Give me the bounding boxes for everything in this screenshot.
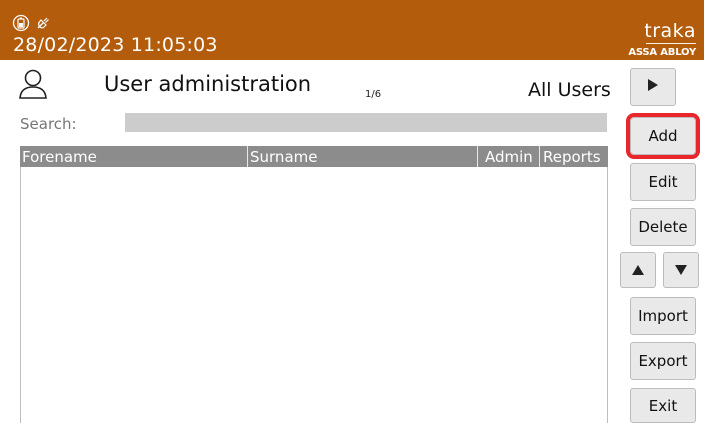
brand-logo-text: traka [644, 20, 696, 42]
search-input[interactable] [125, 113, 607, 132]
search-label: Search: [20, 115, 77, 133]
move-down-button[interactable] [663, 252, 699, 288]
import-button[interactable]: Import [630, 297, 696, 335]
status-icons [12, 14, 52, 32]
exit-button[interactable]: Exit [630, 388, 696, 423]
delete-button[interactable]: Delete [630, 208, 696, 246]
table-header: Forename Surname Admin Reports [20, 146, 608, 167]
triangle-up-icon [631, 261, 645, 280]
next-page-button[interactable] [630, 68, 676, 106]
column-divider [477, 146, 478, 167]
column-header-admin[interactable]: Admin [485, 148, 533, 167]
play-right-icon [647, 78, 659, 96]
triangle-down-icon [674, 261, 688, 280]
move-up-button[interactable] [620, 252, 656, 288]
column-divider [247, 146, 248, 167]
power-plug-icon [34, 14, 52, 32]
column-header-forename[interactable]: Forename [22, 148, 97, 167]
column-header-reports[interactable]: Reports [543, 148, 601, 167]
header-bar: 28/02/2023 11:05:03 traka ASSA ABLOY [0, 0, 704, 60]
users-table-body[interactable] [20, 167, 608, 423]
page-title: User administration [104, 72, 312, 96]
battery-icon [12, 14, 30, 32]
brand-subtitle: ASSA ABLOY [628, 47, 696, 58]
brand-logo: traka ASSA ABLOY [628, 20, 696, 59]
datetime: 28/02/2023 11:05:03 [13, 34, 218, 56]
user-icon [18, 68, 48, 104]
user-filter[interactable]: All Users [528, 79, 611, 101]
add-button[interactable]: Add [626, 113, 700, 159]
page-counter: 1/6 [365, 89, 382, 100]
export-button[interactable]: Export [630, 342, 696, 380]
edit-button[interactable]: Edit [630, 163, 696, 201]
column-divider [539, 146, 540, 167]
column-header-surname[interactable]: Surname [250, 148, 317, 167]
brand-divider [646, 43, 696, 44]
